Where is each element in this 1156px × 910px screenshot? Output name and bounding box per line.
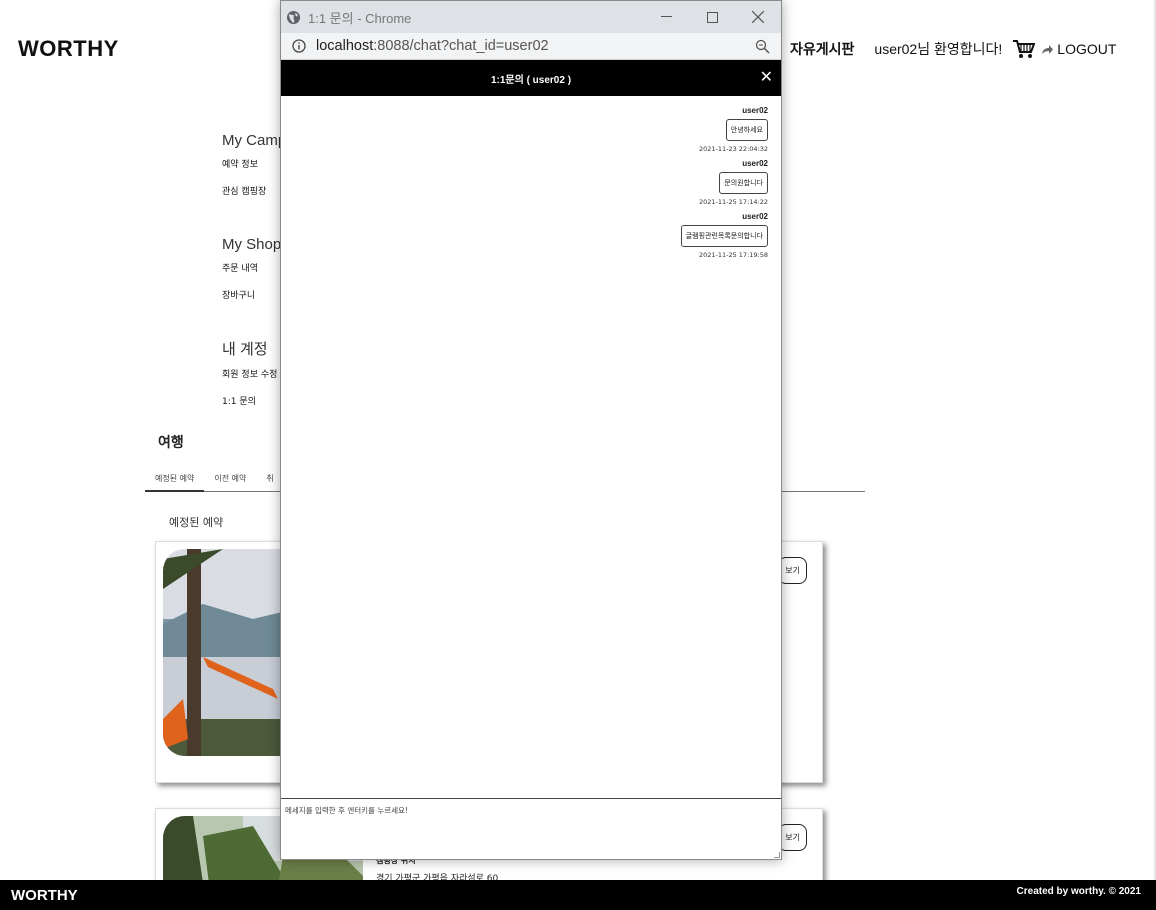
message-time: 2021-11-23 22:04:32 bbox=[698, 145, 768, 153]
window-close-button[interactable] bbox=[735, 1, 781, 33]
top-nav: 자유게시판 user02님 환영합니다! LOGOUT bbox=[790, 39, 1116, 59]
board-link[interactable]: 자유게시판 bbox=[790, 39, 854, 59]
minimize-icon bbox=[660, 16, 672, 17]
welcome-user: user02 bbox=[874, 41, 918, 57]
minimize-button[interactable] bbox=[643, 1, 689, 33]
chat-message: user02 글램핑관련목록문의합니다 2021-11-25 17:19:58 bbox=[281, 212, 768, 259]
welcome-message: user02님 환영합니다! bbox=[874, 39, 1002, 59]
sidebar-account: 내 계정 회원 정보 수정 1:1 문의 bbox=[222, 338, 277, 421]
sidebar-camp: My Camp 예약 정보 관심 캠핑장 bbox=[222, 132, 286, 211]
chat-message: user02 문의원합니다 2021-11-25 17:14:22 bbox=[281, 159, 768, 206]
footer-brand: WORTHY bbox=[11, 887, 78, 904]
sidebar-shop-title: My Shop bbox=[222, 236, 282, 253]
chat-title: 1:1문의 ( user02 ) bbox=[490, 75, 572, 86]
zoom-icon[interactable] bbox=[755, 39, 770, 54]
maximize-icon bbox=[706, 11, 718, 23]
cart-icon[interactable] bbox=[1013, 39, 1036, 59]
chat-close-icon[interactable]: ✕ bbox=[760, 68, 773, 86]
chat-message-list[interactable]: user02 안녕하세요 2021-11-23 22:04:32 user02 … bbox=[281, 96, 781, 798]
detail-button[interactable]: 보기 bbox=[778, 824, 807, 851]
logout-link[interactable]: LOGOUT bbox=[1041, 41, 1116, 57]
chat-header: 1:1문의 ( user02 ) ✕ bbox=[281, 60, 781, 96]
url-host: localhost bbox=[316, 38, 374, 54]
section-label: 예정된 예약 bbox=[169, 516, 224, 529]
sidebar-item-edit-profile[interactable]: 회원 정보 수정 bbox=[222, 367, 277, 380]
window-title: 1:1 문의 - Chrome bbox=[308, 10, 412, 26]
footer: WORTHY Created by worthy. © 2021 bbox=[0, 880, 1156, 910]
trips-title: 여행 bbox=[158, 434, 184, 450]
message-sender: user02 bbox=[742, 159, 768, 168]
welcome-suffix: 님 환영합니다! bbox=[917, 41, 1003, 57]
info-icon[interactable] bbox=[292, 39, 306, 53]
maximize-button[interactable] bbox=[689, 1, 735, 33]
sidebar-item-inquiry[interactable]: 1:1 문의 bbox=[222, 394, 277, 407]
chat-popup-window: 1:1 문의 - Chrome localhost:8088/chat?chat… bbox=[280, 0, 782, 860]
window-titlebar[interactable]: 1:1 문의 - Chrome bbox=[281, 1, 781, 33]
close-icon bbox=[752, 11, 764, 23]
tab-past[interactable]: 이전 예약 bbox=[204, 470, 256, 492]
sidebar-item-reservation-info[interactable]: 예약 정보 bbox=[222, 157, 286, 170]
share-arrow-icon bbox=[1042, 44, 1054, 54]
sidebar-camp-title: My Camp bbox=[222, 132, 287, 149]
tab-upcoming[interactable]: 예정된 예약 bbox=[145, 470, 205, 492]
chat-message-input[interactable]: 메세지를 입력한 후 엔터키를 누르세요! bbox=[281, 798, 781, 859]
footer-copyright: Created by worthy. © 2021 bbox=[1016, 886, 1141, 897]
sidebar-item-cart[interactable]: 장바구니 bbox=[222, 288, 281, 301]
message-time: 2021-11-25 17:19:58 bbox=[698, 251, 768, 259]
url-text[interactable]: localhost:8088/chat?chat_id=user02 bbox=[316, 38, 549, 54]
message-sender: user02 bbox=[742, 212, 768, 221]
resize-handle[interactable] bbox=[774, 852, 780, 858]
message-bubble: 글램핑관련목록문의합니다 bbox=[680, 225, 768, 247]
chat-input-placeholder: 메세지를 입력한 후 엔터키를 누르세요! bbox=[285, 806, 408, 815]
globe-icon bbox=[286, 10, 301, 24]
address-bar[interactable]: localhost:8088/chat?chat_id=user02 bbox=[281, 33, 781, 60]
detail-button[interactable]: 보기 bbox=[778, 557, 807, 584]
chat-message: user02 안녕하세요 2021-11-23 22:04:32 bbox=[281, 106, 768, 153]
brand-logo[interactable]: WORTHY bbox=[18, 36, 119, 62]
sidebar-item-favorite-camps[interactable]: 관심 캠핑장 bbox=[222, 184, 286, 197]
message-sender: user02 bbox=[742, 106, 768, 115]
message-bubble: 문의원합니다 bbox=[719, 172, 768, 194]
url-path: :8088/chat?chat_id=user02 bbox=[373, 38, 549, 54]
sidebar-account-title: 내 계정 bbox=[222, 341, 268, 358]
message-time: 2021-11-25 17:14:22 bbox=[698, 198, 768, 206]
sidebar-shop: My Shop 주문 내역 장바구니 bbox=[222, 236, 281, 315]
sidebar-item-orders[interactable]: 주문 내역 bbox=[222, 261, 281, 274]
logout-label: LOGOUT bbox=[1057, 41, 1117, 57]
message-bubble: 안녕하세요 bbox=[725, 119, 768, 141]
